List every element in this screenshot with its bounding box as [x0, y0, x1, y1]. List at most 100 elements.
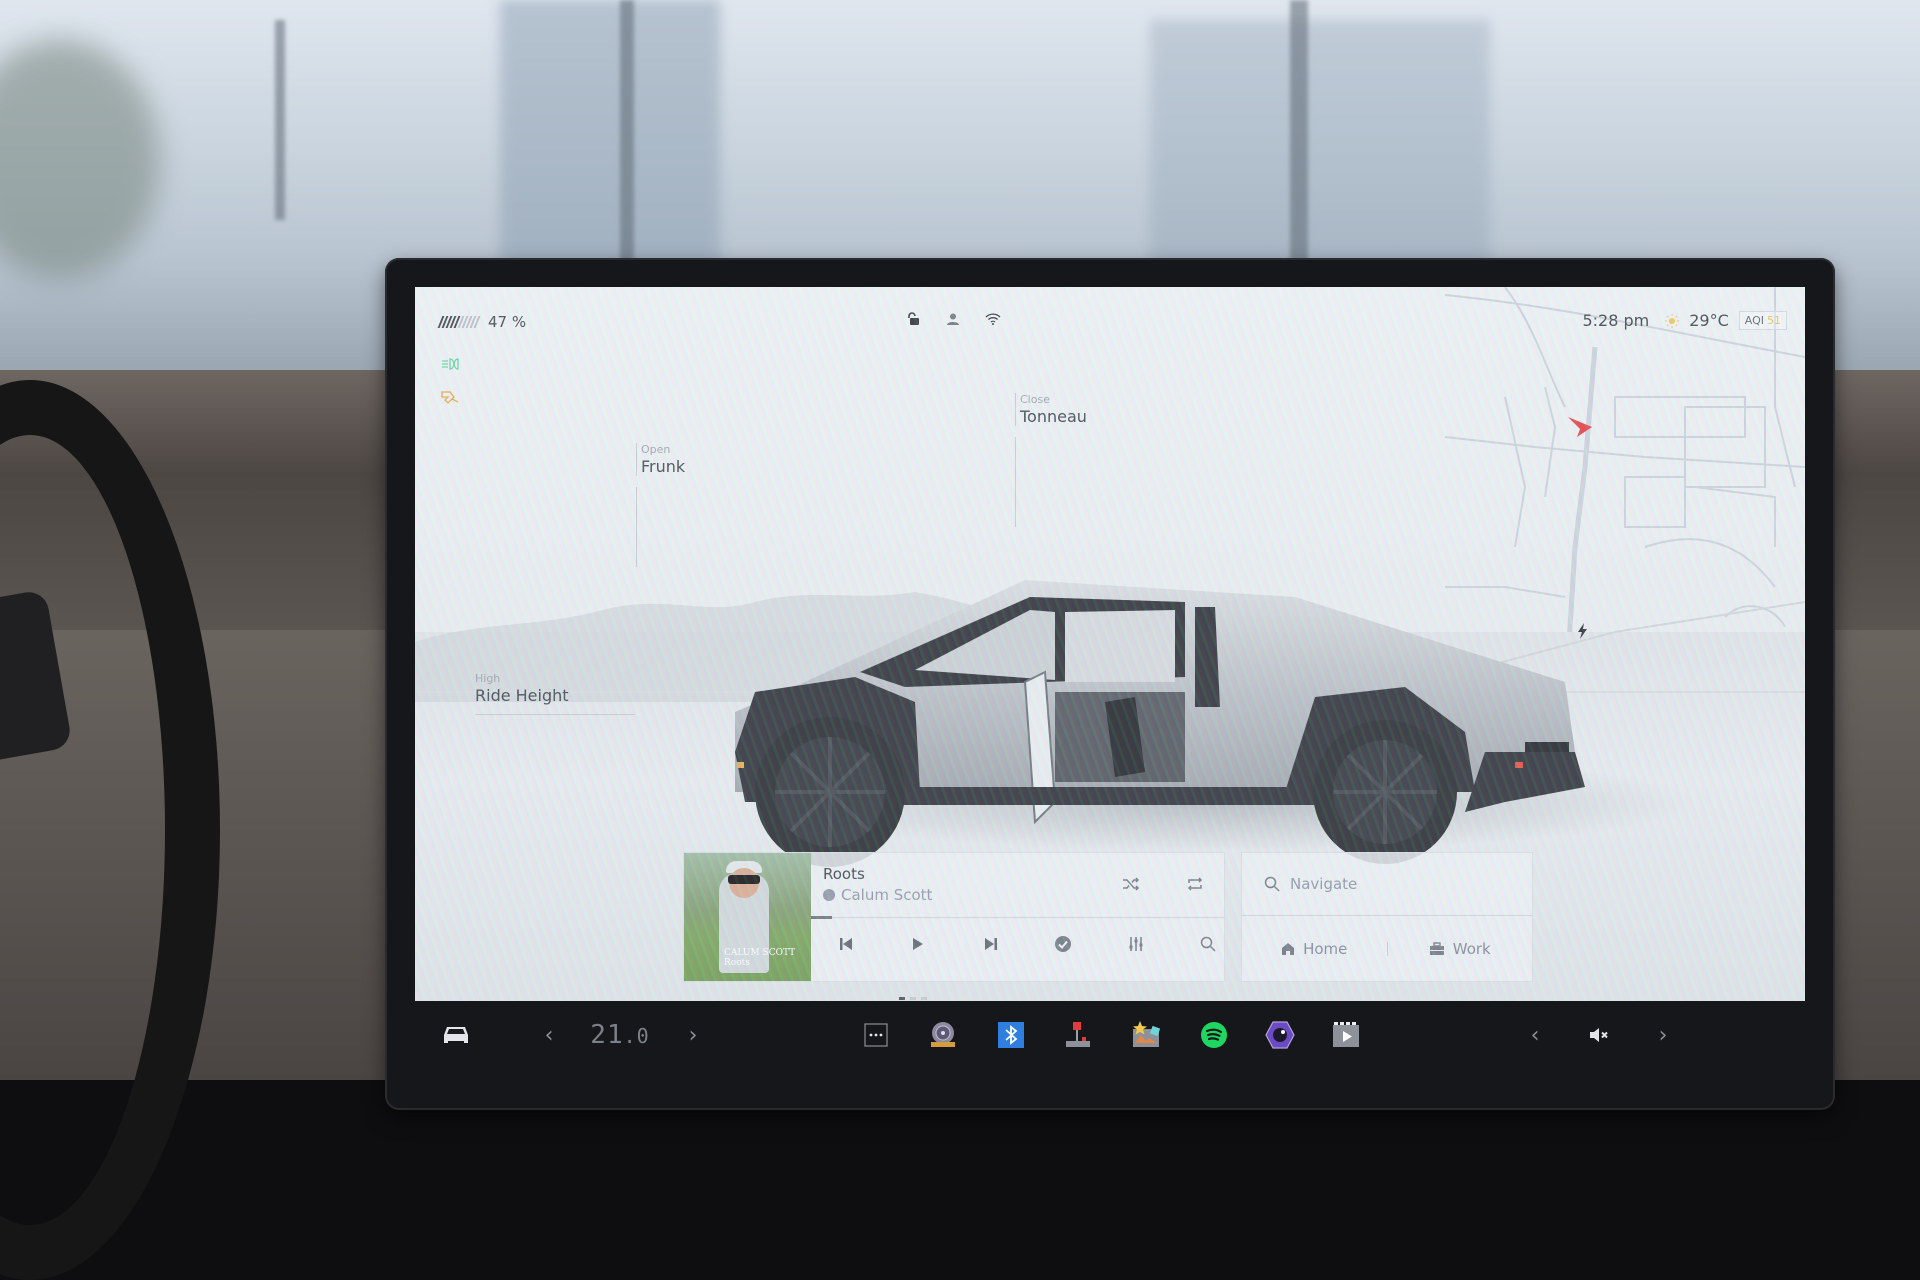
app-more-button[interactable]: [862, 1015, 890, 1055]
repeat-button[interactable]: [1184, 873, 1206, 895]
volume-mute-button[interactable]: [1587, 1015, 1611, 1055]
navigate-placeholder: Navigate: [1290, 875, 1358, 893]
track-title: Roots: [823, 865, 865, 883]
briefcase-icon: [1429, 941, 1444, 955]
frunk-control[interactable]: Open Frunk: [636, 443, 685, 476]
volume-decrease-button[interactable]: ‹: [1525, 1015, 1545, 1055]
bluetooth-icon: [998, 1022, 1024, 1048]
console: [0, 1080, 1920, 1280]
volume-muted-icon: [1590, 1028, 1608, 1042]
work-label: Work: [1452, 939, 1491, 958]
frunk-label: Frunk: [641, 457, 686, 476]
album-art-title: Roots: [724, 958, 750, 968]
cabin-temp-decimal: .0: [623, 1024, 650, 1048]
shuffle-icon: [1123, 877, 1140, 891]
track-artist: Calum Scott: [841, 886, 933, 904]
skip-previous-icon: [840, 938, 852, 950]
page-dot[interactable]: [899, 997, 905, 1000]
search-icon: [1264, 876, 1280, 892]
car-controls-button[interactable]: [441, 1015, 471, 1055]
status-right: 5:28 pm 29°C AQI 51: [1582, 311, 1787, 330]
track-artist-row: Calum Scott: [823, 886, 932, 904]
joystick-icon: [1066, 1022, 1090, 1047]
ellipsis-icon: [864, 1023, 888, 1047]
app-dashcam-button[interactable]: [929, 1015, 957, 1055]
tonneau-control[interactable]: Close Tonneau: [1015, 393, 1087, 426]
chevron-right-icon: ›: [1658, 1022, 1668, 1048]
progress-fill: [811, 916, 832, 919]
rear-wheel: [1313, 720, 1457, 864]
frunk-leader-line: [636, 487, 637, 567]
page-dot[interactable]: [921, 997, 927, 1000]
aqi-value: 51: [1767, 314, 1781, 327]
play-icon: [913, 938, 924, 950]
check-circle-icon: [1055, 936, 1072, 952]
home-shortcut-button[interactable]: Home: [1242, 940, 1387, 958]
camera-lens-icon: [1265, 1021, 1295, 1049]
home-label: Home: [1303, 939, 1348, 958]
battery-gauge: [437, 316, 481, 328]
sun-icon: [1665, 313, 1680, 328]
media-search-button[interactable]: [1197, 933, 1219, 955]
next-button[interactable]: [980, 933, 1002, 955]
app-arcade-button[interactable]: [1064, 1015, 1092, 1055]
status-icons: [905, 311, 1001, 327]
battery-status[interactable]: 47 %: [437, 313, 526, 331]
app-toybox-button[interactable]: [1131, 1015, 1161, 1055]
unlock-icon[interactable]: [905, 311, 921, 327]
progress-bar[interactable]: [811, 916, 1224, 919]
tonneau-label: Tonneau: [1020, 407, 1087, 426]
front-wheel: [755, 717, 905, 867]
work-shortcut-button[interactable]: Work: [1388, 940, 1533, 958]
app-camera-button[interactable]: [1265, 1015, 1295, 1055]
page-dot[interactable]: [910, 997, 916, 1000]
outside-temperature: 29°C: [1689, 311, 1729, 330]
clock: 5:28 pm: [1582, 311, 1650, 330]
app-spotify-button[interactable]: [1199, 1015, 1229, 1055]
bottom-dock: ‹ 21.0 › ‹ ›: [415, 1001, 1805, 1073]
repeat-icon: [1187, 877, 1203, 891]
chevron-right-icon: ›: [688, 1022, 698, 1048]
wifi-icon[interactable]: [985, 311, 1001, 327]
aqi-label: AQI: [1744, 314, 1764, 327]
equalizer-button[interactable]: [1125, 933, 1147, 955]
ride-height-state: High: [475, 672, 501, 685]
equalizer-icon: [1129, 937, 1143, 951]
navigation-card: Navigate Home Work: [1241, 852, 1533, 982]
aqi-badge[interactable]: AQI 51: [1738, 311, 1787, 330]
spotify-icon: [823, 889, 835, 901]
album-art[interactable]: CALUM SCOTT Roots: [684, 853, 811, 981]
chevron-left-icon: ‹: [1530, 1022, 1540, 1048]
toybox-icon: [1133, 1021, 1161, 1047]
profile-icon[interactable]: [945, 311, 961, 327]
ride-height-control[interactable]: High Ride Height: [471, 672, 569, 705]
media-page-indicator[interactable]: [899, 997, 927, 1000]
media-player: CALUM SCOTT Roots Roots Calum Scott: [683, 852, 1225, 982]
ride-height-label: Ride Height: [475, 686, 569, 705]
home-icon: [1282, 942, 1295, 955]
spotify-icon: [1201, 1022, 1227, 1048]
volume-increase-button[interactable]: ›: [1653, 1015, 1673, 1055]
tonneau-state: Close: [1020, 393, 1050, 406]
car-icon: [444, 1027, 468, 1043]
cabin-temp-value: 21: [590, 1020, 624, 1050]
seat-belt-warning-icon: [441, 391, 459, 404]
album-art-artist: CALUM SCOTT: [724, 948, 796, 958]
app-theater-button[interactable]: [1332, 1015, 1360, 1055]
vehicle-model[interactable]: [725, 502, 1725, 882]
play-button[interactable]: [907, 933, 929, 955]
previous-button[interactable]: [835, 933, 857, 955]
liked-button[interactable]: [1052, 933, 1074, 955]
shuffle-button[interactable]: [1120, 873, 1142, 895]
search-icon: [1200, 936, 1216, 952]
temp-decrease-button[interactable]: ‹: [539, 1015, 559, 1055]
skip-next-icon: [984, 938, 997, 950]
headlights-icon[interactable]: [439, 357, 461, 371]
ride-height-leader-line: [475, 714, 635, 715]
touchscreen: 47 % 5:28 pm 29°C AQI 51 Open Frunk Clos…: [415, 287, 1805, 1001]
temp-increase-button[interactable]: ›: [683, 1015, 703, 1055]
app-bluetooth-button[interactable]: [997, 1015, 1025, 1055]
cabin-temperature[interactable]: 21.0: [575, 1015, 665, 1055]
chevron-left-icon: ‹: [544, 1022, 554, 1048]
navigate-search-field[interactable]: Navigate: [1242, 853, 1532, 916]
